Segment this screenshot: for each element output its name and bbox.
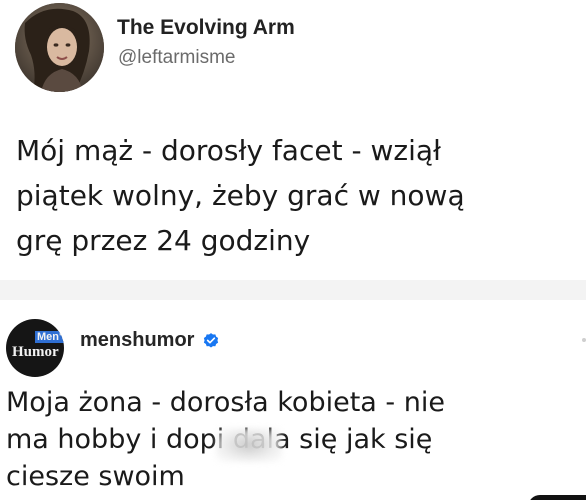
logo-humor-text: Humor [12,344,59,360]
tweet-card: The Evolving Arm @leftarmisme Mój mąż - … [0,0,586,280]
tweet-text-line: Mój mąż - dorosły facet - wziął [16,134,441,167]
tweet-text: Mój mąż - dorosły facet - wziął piątek w… [16,128,576,263]
post-divider [0,280,586,300]
comment-text: Moja żona - dorosła kobieta - nie ma hob… [6,384,581,495]
comment-text-line: Moja żona - dorosła kobieta - nie [6,387,445,418]
logo-mens-text: Men's [35,331,64,343]
comment-avatar[interactable]: Men's Humor [6,319,64,377]
tweet-avatar[interactable] [15,3,104,92]
censor-blur [216,428,282,462]
corner-overlay [528,495,586,500]
comment-username[interactable]: menshumor [80,329,194,352]
tweet-handle[interactable]: @leftarmisme [118,47,235,69]
tweet-text-line: grę przez 24 godziny [16,224,311,257]
profile-photo-icon [15,3,104,92]
tweet-text-line: piątek wolny, żeby grać w nową [16,179,465,212]
comment-text-line: ciesze swoim [6,461,185,492]
comment-card: Men's Humor menshumor Moja żona - dorosł… [0,300,586,500]
screenshot-page: The Evolving Arm @leftarmisme Mój mąż - … [0,0,586,500]
comment-text-line: ma hobby i dopi dala się jak się [6,424,433,455]
tweet-display-name[interactable]: The Evolving Arm [117,16,295,40]
comment-username-row: menshumor [80,329,220,352]
more-options-dot[interactable] [582,338,586,342]
verified-badge-icon [204,332,219,348]
